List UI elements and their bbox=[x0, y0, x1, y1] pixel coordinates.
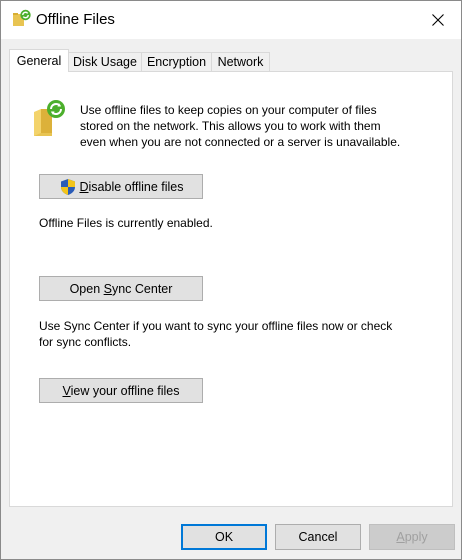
offline-files-dialog: Offline Files General Disk Usage Encrypt… bbox=[0, 0, 462, 560]
disable-offline-files-button[interactable]: Disable offline files bbox=[39, 174, 203, 199]
button-label: Disable offline files bbox=[79, 179, 184, 194]
tab-disk-usage[interactable]: Disk Usage bbox=[68, 52, 142, 71]
apply-button[interactable]: Apply bbox=[369, 524, 455, 550]
close-button[interactable] bbox=[415, 1, 461, 39]
title-bar[interactable]: Offline Files bbox=[1, 1, 461, 39]
ok-button[interactable]: OK bbox=[181, 524, 267, 550]
intro-description: Use offline files to keep copies on your… bbox=[80, 102, 430, 150]
tab-label: Encryption bbox=[146, 55, 207, 69]
tab-encryption[interactable]: Encryption bbox=[141, 52, 212, 71]
tab-general[interactable]: General bbox=[9, 49, 69, 72]
tab-label: Disk Usage bbox=[73, 55, 137, 69]
uac-shield-icon bbox=[60, 178, 75, 195]
intro-line: even when you are not connected or a ser… bbox=[80, 135, 401, 149]
tab-network[interactable]: Network bbox=[211, 52, 270, 71]
desc-line: for sync conflicts. bbox=[39, 335, 132, 349]
status-text: Offline Files is currently enabled. bbox=[39, 216, 213, 230]
button-label: View your offline files bbox=[62, 383, 180, 398]
open-sync-center-button[interactable]: Open Sync Center bbox=[39, 276, 203, 301]
window-title: Offline Files bbox=[36, 11, 115, 28]
tab-label: Network bbox=[217, 55, 264, 69]
close-icon bbox=[432, 14, 444, 26]
desc-line: Use Sync Center if you want to sync your… bbox=[39, 319, 393, 333]
tab-label: General bbox=[16, 54, 62, 68]
offline-files-icon bbox=[12, 9, 32, 29]
button-label: Open Sync Center bbox=[69, 281, 173, 296]
button-label: Cancel bbox=[298, 530, 338, 544]
sync-center-description: Use Sync Center if you want to sync your… bbox=[39, 318, 392, 350]
cancel-button[interactable]: Cancel bbox=[275, 524, 361, 550]
intro-line: stored on the network. This allows you t… bbox=[80, 119, 381, 133]
intro-line: Use offline files to keep copies on your… bbox=[80, 103, 377, 117]
button-label: Apply bbox=[396, 530, 428, 544]
view-offline-files-button[interactable]: View your offline files bbox=[39, 378, 203, 403]
button-label: OK bbox=[214, 530, 234, 544]
offline-folder-sync-icon bbox=[32, 98, 66, 138]
general-tab-panel: Use offline files to keep copies on your… bbox=[9, 71, 453, 507]
